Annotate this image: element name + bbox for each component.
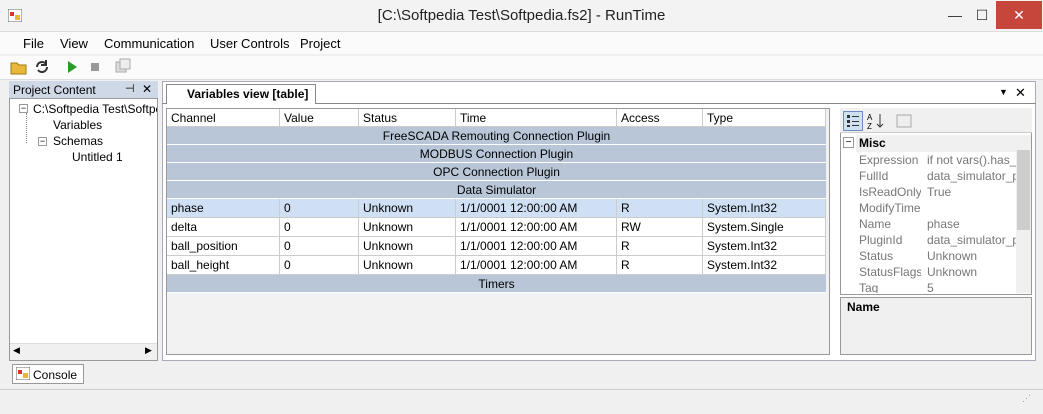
table-cell[interactable]: 1/1/0001 12:00:00 AM: [456, 256, 617, 275]
table-cell[interactable]: Unknown: [359, 218, 456, 237]
property-name[interactable]: FullId: [856, 168, 921, 184]
collapse-category-icon[interactable]: −: [843, 137, 854, 148]
menu-file[interactable]: File: [23, 36, 44, 51]
table-cell[interactable]: 0: [280, 256, 359, 275]
minimize-button[interactable]: —: [941, 1, 969, 29]
table-cell[interactable]: delta: [167, 218, 280, 237]
sort-alphabetical-icon[interactable]: A Z: [866, 111, 886, 131]
scroll-thumb[interactable]: [1017, 150, 1030, 230]
property-value[interactable]: True: [924, 184, 1016, 200]
property-name[interactable]: Tag: [856, 280, 921, 293]
tab-dropdown-icon[interactable]: ▼: [999, 87, 1008, 97]
scroll-right-icon[interactable]: ▶: [145, 345, 152, 356]
property-name[interactable]: IsReadOnly: [856, 184, 921, 200]
column-header-channel[interactable]: Channel: [167, 109, 280, 127]
tree-item-variables[interactable]: Variables: [53, 118, 102, 132]
property-name[interactable]: Status: [856, 248, 921, 264]
group-row[interactable]: FreeSCADA Remouting Connection Plugin: [167, 127, 826, 145]
tree-item-schemas[interactable]: Schemas: [53, 134, 103, 148]
table-cell[interactable]: ball_height: [167, 256, 280, 275]
open-folder-icon[interactable]: [10, 58, 28, 76]
property-value[interactable]: [924, 200, 1016, 216]
table-cell[interactable]: System.Int32: [703, 237, 826, 256]
property-value[interactable]: 5: [924, 280, 1016, 293]
table-cell[interactable]: System.Single: [703, 218, 826, 237]
property-name[interactable]: Expression: [856, 152, 921, 168]
property-value[interactable]: data_simulator_plu: [924, 168, 1016, 184]
table-cell[interactable]: R: [617, 256, 703, 275]
window-title: [C:\Softpedia Test\Softpedia.fs2] - RunT…: [377, 7, 666, 24]
group-row[interactable]: Timers: [167, 275, 826, 293]
menu-communication[interactable]: Communication: [104, 36, 194, 51]
property-value[interactable]: Unknown: [924, 248, 1016, 264]
tree-root[interactable]: C:\Softpedia Test\Softped: [33, 102, 157, 116]
group-row[interactable]: MODBUS Connection Plugin: [167, 145, 826, 163]
property-value[interactable]: Unknown: [924, 264, 1016, 280]
menu-view[interactable]: View: [60, 36, 88, 51]
column-header-type[interactable]: Type: [703, 109, 826, 127]
play-icon[interactable]: [63, 58, 81, 76]
close-button[interactable]: ✕: [996, 1, 1042, 29]
table-cell[interactable]: 1/1/0001 12:00:00 AM: [456, 199, 617, 218]
column-header-value[interactable]: Value: [280, 109, 359, 127]
table-cell[interactable]: 0: [280, 237, 359, 256]
property-category: Misc: [856, 135, 1016, 152]
table-cell[interactable]: System.Int32: [703, 199, 826, 218]
table-cell[interactable]: ball_position: [167, 237, 280, 256]
close-tab-icon[interactable]: ✕: [1015, 85, 1026, 101]
table-cell[interactable]: 1/1/0001 12:00:00 AM: [456, 218, 617, 237]
resize-grip-icon[interactable]: ⋰: [1022, 393, 1036, 407]
column-header-access[interactable]: Access: [617, 109, 703, 127]
project-panel-title: Project Content: [13, 83, 96, 97]
collapse-icon[interactable]: −: [38, 137, 47, 146]
table-cell[interactable]: 1/1/0001 12:00:00 AM: [456, 237, 617, 256]
window-icon[interactable]: [114, 58, 132, 76]
group-row[interactable]: OPC Connection Plugin: [167, 163, 826, 181]
table-cell[interactable]: R: [617, 237, 703, 256]
table-cell[interactable]: System.Int32: [703, 256, 826, 275]
collapse-icon[interactable]: −: [19, 104, 28, 113]
table-cell[interactable]: Unknown: [359, 256, 456, 275]
column-header-status[interactable]: Status: [359, 109, 456, 127]
property-value[interactable]: phase: [924, 216, 1016, 232]
categorized-icon[interactable]: [843, 111, 863, 131]
property-value[interactable]: data_simulator_plu: [924, 232, 1016, 248]
table-cell[interactable]: Unknown: [359, 199, 456, 218]
description-title: Name: [847, 300, 880, 314]
stop-icon[interactable]: [86, 58, 104, 76]
horizontal-scrollbar[interactable]: [10, 343, 157, 360]
property-name[interactable]: StatusFlags: [856, 264, 921, 280]
table-cell[interactable]: 0: [280, 218, 359, 237]
menu-project[interactable]: Project: [300, 36, 340, 51]
property-name[interactable]: Name: [856, 216, 921, 232]
property-value[interactable]: if not vars().has_ke: [924, 152, 1016, 168]
tree-line: [26, 113, 27, 143]
status-bar: [0, 389, 1043, 414]
table-cell[interactable]: RW: [617, 218, 703, 237]
tab-variables-view[interactable]: Variables view [table]: [166, 84, 316, 104]
column-header-time[interactable]: Time: [456, 109, 617, 127]
pin-icon[interactable]: ⊣: [125, 82, 135, 95]
menu-user-controls[interactable]: User Controls: [210, 36, 289, 51]
toolbar: [0, 56, 1043, 80]
table-cell[interactable]: phase: [167, 199, 280, 218]
property-name[interactable]: PluginId: [856, 232, 921, 248]
table-cell[interactable]: Unknown: [359, 237, 456, 256]
svg-text:A: A: [867, 113, 873, 122]
table-cell[interactable]: 0: [280, 199, 359, 218]
close-panel-icon[interactable]: ✕: [142, 82, 152, 96]
property-name[interactable]: ModifyTime: [856, 200, 921, 216]
table-cell[interactable]: R: [617, 199, 703, 218]
maximize-button[interactable]: ☐: [968, 1, 996, 29]
svg-text:Z: Z: [867, 122, 872, 131]
console-icon: [16, 367, 30, 380]
scroll-left-icon[interactable]: ◀: [13, 345, 20, 356]
group-row[interactable]: Data Simulator: [167, 181, 826, 199]
refresh-icon[interactable]: [33, 58, 51, 76]
property-pages-icon[interactable]: [895, 112, 913, 130]
tree-item-untitled[interactable]: Untitled 1: [72, 150, 123, 164]
